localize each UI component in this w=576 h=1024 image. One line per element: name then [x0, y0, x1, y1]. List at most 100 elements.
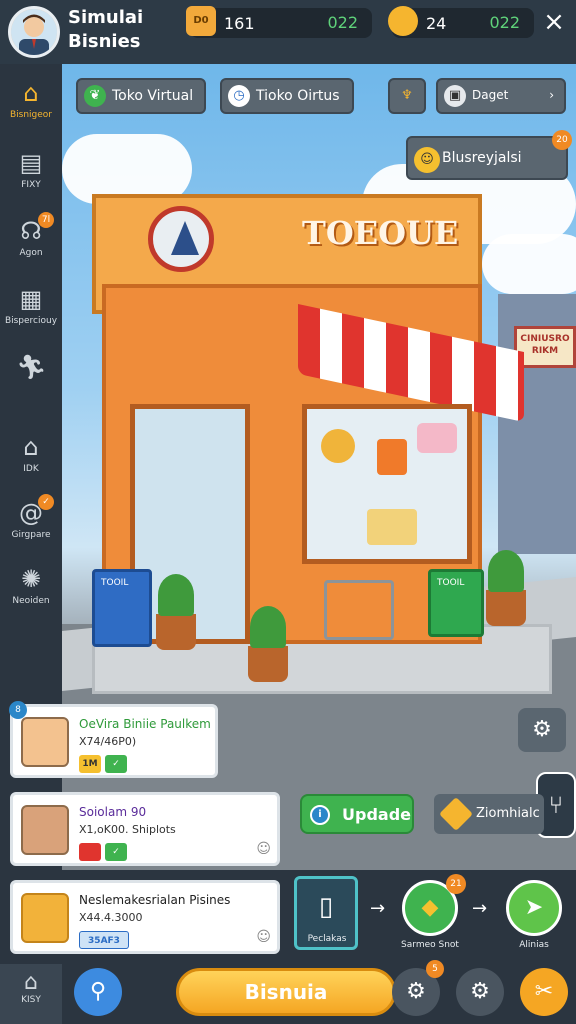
sidebar-item-label: FIXY [21, 180, 41, 190]
potted-plant [248, 606, 288, 682]
ice-cream-icon: ♆ [401, 88, 413, 103]
sidebar-item-girgpare[interactable]: ✓ @ Girgpare [0, 492, 62, 560]
notification-badge: 7l [38, 212, 54, 228]
chevron-right-icon: › [549, 88, 554, 102]
tools-icon[interactable]: ✂ [520, 968, 568, 1016]
blusreyjalsi-button[interactable]: ☺ Blusreyjalsi 20 [406, 130, 572, 180]
coin-bag-icon: D0 [186, 6, 216, 36]
gold-rate: 022 [489, 13, 520, 32]
trash-icon: ▤ [19, 149, 43, 177]
business-card[interactable]: 8 OeVira Biniie Paulkem X74/46P0) 1M ✓ [9, 701, 218, 778]
potted-plant [486, 550, 526, 626]
home-icon: ⌂ [23, 79, 39, 107]
ice-cream-button[interactable]: ♆ [388, 78, 426, 114]
main-action-button[interactable]: Bisnuia [176, 968, 396, 1016]
notification-badge: 5 [426, 960, 444, 978]
flow-label: Peclakas [307, 934, 347, 944]
business-card[interactable]: Soiolam 90 X1,oK00. Shiplots ✓ ☺ [10, 792, 280, 866]
zoom-button[interactable]: Ziomhialc [434, 794, 544, 834]
business-card[interactable]: Neslemakesrialan Pisines X44.4.3000 35AF… [10, 880, 280, 954]
location-pin-icon[interactable]: ⚲ [74, 968, 122, 1016]
card-chip: 35AF3 [79, 931, 129, 949]
potted-plant [156, 574, 196, 650]
button-label: Tioko Oirtus [256, 88, 340, 104]
button-label: Blusreyjalsi [442, 150, 522, 166]
sidebar-item-label: IDK [23, 464, 39, 474]
flow-node-sarmeo-snot[interactable]: 21 ◆ Sarmeo Snot [398, 874, 466, 950]
sidebar-item-idk[interactable]: ⌂ IDK [0, 426, 62, 494]
sidebar-item-bispercioy[interactable]: ▦ Bisperciouy [0, 278, 62, 346]
flow-label: Alinias [519, 940, 549, 950]
arrow-right-icon: → [472, 898, 488, 919]
settings-icon[interactable]: ⚙ [456, 968, 504, 1016]
card-chip: 1M [79, 755, 101, 773]
update-button[interactable]: i Updade [300, 794, 414, 834]
sidebar-item-activity[interactable]: 🏃︎ [0, 346, 62, 414]
cloud [482, 234, 576, 294]
card-title: Soiolam 90 [79, 805, 147, 819]
basket-display-icon [367, 509, 417, 545]
card-subtitle: X1,oK00. Shiplots [79, 823, 176, 836]
gear-icon[interactable]: ⚙ 5 [392, 960, 444, 1016]
top-bar: Simulai Bisnies D0 161 022 24 022 × [0, 0, 576, 64]
sidebar-item-neoiden[interactable]: ✺ Neoiden [0, 558, 62, 626]
check-icon: ✓ [105, 755, 127, 773]
notification-badge: 20 [552, 130, 572, 150]
lightbulb-icon: ✺ [20, 565, 42, 593]
button-label: Updade [342, 805, 411, 824]
crate-icon [21, 893, 69, 943]
leaf-icon: ❦ [84, 85, 106, 107]
sidebar-item-label: Neoiden [12, 596, 50, 606]
clock-icon: ◷ [228, 85, 250, 107]
sidebar-item-agon[interactable]: 7l ☊ Agon [0, 210, 62, 278]
bin-label: TOOIL [101, 578, 129, 588]
toko-virtual-button[interactable]: ❦ Toko Virtual [76, 78, 206, 114]
house-icon: ⌂ [23, 433, 39, 461]
button-label: Toko Virtual [112, 88, 194, 104]
coins-counter[interactable]: D0 161 022 [186, 6, 372, 38]
box-icon: ▣ [444, 85, 466, 107]
card-chip [79, 843, 101, 861]
sidebar-item-label: Agon [19, 248, 43, 258]
package-display-icon [377, 439, 407, 475]
card-subtitle: X44.4.3000 [79, 911, 143, 924]
flow-label: Sarmeo Snot [401, 940, 459, 950]
character-portrait [21, 717, 69, 767]
smile-icon: ☺ [256, 929, 271, 945]
green-bin[interactable]: TOOIL [428, 569, 484, 637]
diamond-icon [439, 797, 473, 831]
bin-label: TOOIL [437, 578, 465, 588]
daget-button[interactable]: ▣ Daget › [436, 78, 566, 114]
flow-node-alinias[interactable]: ➤ Alinias [502, 880, 566, 950]
shop-logo-icon [148, 206, 214, 272]
box-display-icon [417, 423, 457, 453]
coins-rate: 022 [327, 13, 358, 32]
sidebar-item-business[interactable]: ⌂ Bisnigeor [0, 72, 62, 140]
gold-value: 24 [426, 14, 447, 33]
card-title: OeVira Biniie Paulkem [79, 717, 211, 731]
toko-oirtus-button[interactable]: ◷ Tioko Oirtus [220, 78, 354, 114]
sidebar-item-label: Bisperciouy [4, 316, 58, 326]
flow-node-peclakas[interactable]: ▯ Peclakas [294, 876, 360, 950]
home-tab[interactable]: ⌂ KISY [0, 964, 62, 1024]
button-label: Daget [472, 88, 509, 102]
shop-sign: TOEOUE [302, 214, 459, 252]
shopping-cart-icon[interactable] [324, 580, 394, 640]
gold-counter[interactable]: 24 022 [388, 6, 534, 38]
notification-badge: ✓ [38, 494, 54, 510]
game-title: Simulai Bisnies [68, 7, 144, 52]
player-avatar[interactable] [8, 6, 60, 58]
blue-bin[interactable]: TOOIL [92, 569, 152, 647]
card-title: Neslemakesrialan Pisines [79, 893, 231, 907]
sidebar-item-fixy[interactable]: ▤ FIXY [0, 142, 62, 210]
shop-window [302, 404, 472, 564]
chart-icon: ▦ [19, 285, 43, 313]
close-icon[interactable]: × [540, 8, 568, 36]
gear-icon[interactable]: ⚙ [518, 708, 566, 752]
arrow-right-icon: → [370, 898, 386, 919]
send-icon: ➤ [506, 880, 562, 936]
home-icon: ⌂ [24, 970, 38, 995]
check-icon: ✓ [105, 843, 127, 861]
character-portrait [21, 805, 69, 855]
card-badge: 8 [9, 701, 27, 719]
